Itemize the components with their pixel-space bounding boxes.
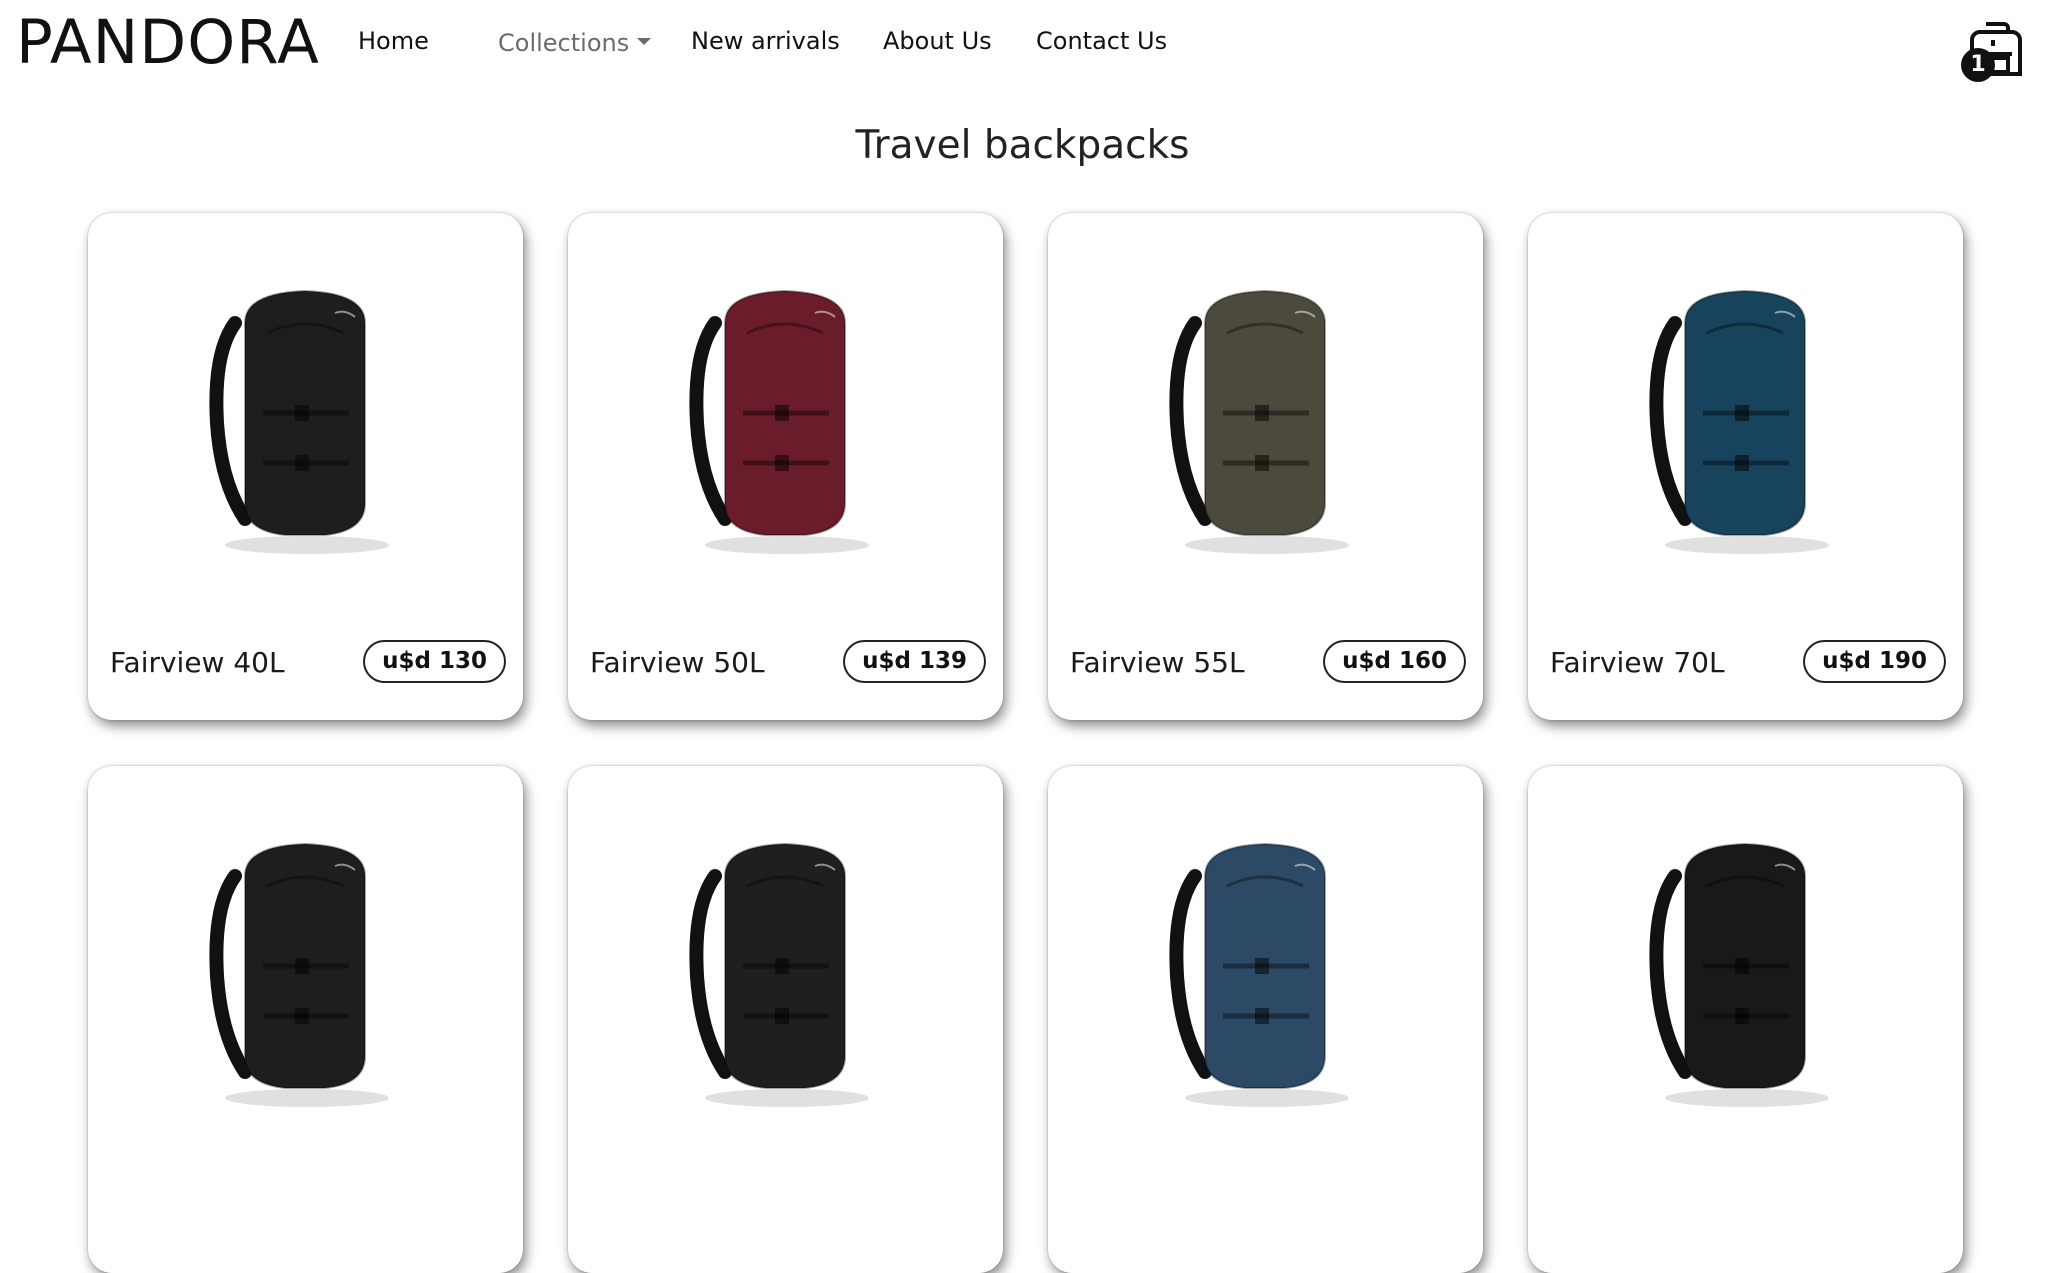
price-badge: u$d 130 (363, 640, 506, 683)
page-title: Travel backpacks (855, 123, 1190, 168)
cart-count-badge: 1 (1961, 48, 1995, 82)
nav-collections-dropdown[interactable]: Collections (498, 28, 652, 58)
nav-new-arrivals[interactable]: New arrivals (691, 26, 840, 56)
backpack-image (1169, 289, 1349, 554)
product-card[interactable]: Fairview 55L u$d 160 (1048, 213, 1483, 720)
product-name: Fairview 40L (110, 646, 285, 679)
nav-about-us[interactable]: About Us (883, 26, 992, 56)
brand-logo[interactable]: PANDORA (16, 8, 320, 78)
product-card[interactable] (1528, 766, 1963, 1273)
price-badge: u$d 190 (1803, 640, 1946, 683)
price-badge: u$d 160 (1323, 640, 1466, 683)
price-badge: u$d 139 (843, 640, 986, 683)
product-card[interactable]: Fairview 70L u$d 190 (1528, 213, 1963, 720)
product-name: Fairview 50L (590, 646, 765, 679)
nav-collections-label: Collections (498, 29, 630, 57)
backpack-image (1169, 842, 1349, 1107)
backpack-image (209, 289, 389, 554)
product-card[interactable] (1048, 766, 1483, 1273)
product-card[interactable]: Fairview 40L u$d 130 (88, 213, 523, 720)
backpack-image (1649, 289, 1829, 554)
product-name: Fairview 55L (1070, 646, 1245, 679)
product-card[interactable] (88, 766, 523, 1273)
nav-contact-us[interactable]: Contact Us (1036, 26, 1167, 56)
product-name: Fairview 70L (1550, 646, 1725, 679)
nav-home[interactable]: Home (358, 26, 429, 56)
backpack-image (689, 842, 869, 1107)
backpack-image (1649, 842, 1829, 1107)
cart-button[interactable]: 1 (1958, 10, 2028, 86)
navbar: PANDORA Home Collections New arrivals Ab… (0, 0, 2045, 95)
product-card[interactable]: Fairview 50L u$d 139 (568, 213, 1003, 720)
caret-down-icon (637, 37, 652, 45)
product-card[interactable] (568, 766, 1003, 1273)
backpack-image (689, 289, 869, 554)
backpack-image (209, 842, 389, 1107)
